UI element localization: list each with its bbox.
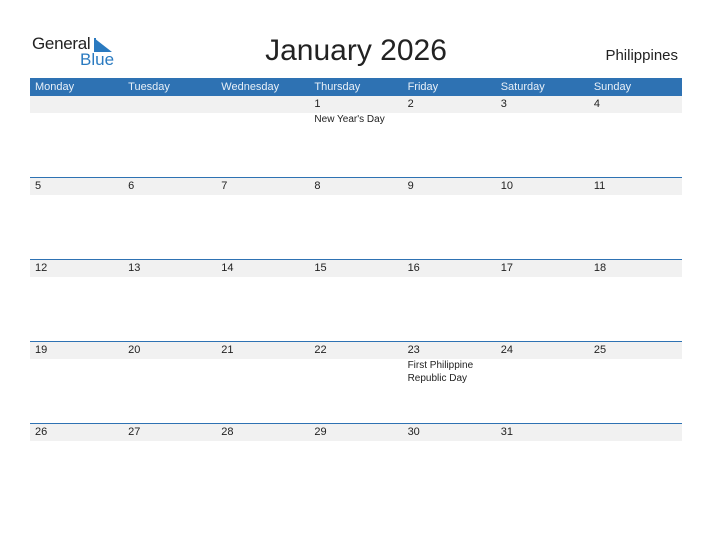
day-number: 5 — [35, 180, 42, 192]
day-cell: 19 — [30, 342, 123, 385]
day-cell: 11 — [589, 178, 682, 195]
day-number: 20 — [128, 344, 141, 356]
day-number: 16 — [407, 262, 420, 274]
day-number: 29 — [314, 426, 327, 438]
day-cell: 6 — [123, 178, 216, 195]
day-cell: 29 — [309, 424, 402, 441]
week-cells: 5 6 7 8 9 10 11 — [30, 178, 682, 195]
week-cells: 12 13 14 15 16 17 18 — [30, 260, 682, 277]
day-cell: 3 — [496, 96, 589, 126]
day-number: 18 — [593, 262, 607, 274]
day-cell: 4 — [589, 96, 682, 126]
week-row: 12 13 14 15 16 17 18 — [30, 259, 682, 341]
day-number: 2 — [407, 98, 414, 110]
day-cell: 2 — [403, 96, 496, 126]
day-cell: 28 — [216, 424, 309, 441]
day-cell — [123, 96, 216, 126]
country-label: Philippines — [605, 47, 678, 64]
week-cells: 26 27 28 29 30 31 — [30, 424, 682, 441]
weekday-monday: Monday — [35, 81, 75, 93]
day-cell: 9 — [403, 178, 496, 195]
day-cell: 5 — [30, 178, 123, 195]
day-number: 12 — [35, 262, 48, 274]
day-number: 6 — [128, 180, 135, 192]
day-number: 15 — [314, 262, 327, 274]
day-cell — [589, 424, 682, 441]
day-cell: 18 — [589, 260, 682, 277]
day-cell: 26 — [30, 424, 123, 441]
day-number: 7 — [221, 180, 228, 192]
week-row: 1 New Year's Day 2 3 4 — [30, 96, 682, 177]
day-number: 11 — [593, 180, 606, 192]
calendar-grid: Monday Tuesday Wednesday Thursday Friday… — [30, 78, 682, 505]
day-number: 26 — [35, 426, 48, 438]
day-cell: 30 — [403, 424, 496, 441]
day-cell: 13 — [123, 260, 216, 277]
day-cell: 31 — [496, 424, 589, 441]
day-cell: 10 — [496, 178, 589, 195]
weekday-sunday: Sunday — [593, 81, 632, 93]
day-cell: 17 — [496, 260, 589, 277]
day-number: 17 — [500, 262, 513, 274]
weekday-header: Monday Tuesday Wednesday Thursday Friday… — [30, 78, 682, 96]
week-cells: 1 New Year's Day 2 3 4 — [30, 96, 682, 126]
day-cell: 15 — [309, 260, 402, 277]
day-cell: 7 — [216, 178, 309, 195]
day-cell: 23 First Philippine Republic Day — [403, 342, 496, 385]
week-cells: 19 20 21 22 23 First Philippine Republic Day 2… — [30, 342, 682, 385]
day-number: 8 — [314, 180, 321, 192]
week-row: 26 27 28 29 30 31 — [30, 423, 682, 505]
day-number: 22 — [314, 344, 327, 356]
day-number: 14 — [221, 262, 234, 274]
day-cell: 25 — [589, 342, 682, 385]
day-cell: 8 — [309, 178, 402, 195]
day-number: 10 — [500, 180, 513, 192]
day-number: 24 — [500, 344, 513, 356]
day-number: 13 — [128, 262, 141, 274]
day-cell — [216, 96, 309, 126]
day-cell: 16 — [403, 260, 496, 277]
weekday-friday: Friday — [407, 81, 439, 93]
holiday-label: New Year's Day — [314, 114, 385, 125]
day-cell: 12 — [30, 260, 123, 277]
day-number: 23 — [407, 344, 420, 356]
day-number: 21 — [221, 344, 234, 356]
weeks-container: 1 New Year's Day 2 3 4 5 6 7 8 9 10 11 12 13 14 15 16 17 1… — [30, 96, 682, 505]
week-row: 19 20 21 22 23 First Philippine Republic Day 2… — [30, 341, 682, 423]
day-cell: 20 — [123, 342, 216, 385]
day-cell: 14 — [216, 260, 309, 277]
day-cell: 27 — [123, 424, 216, 441]
weekday-thursday: Thursday — [314, 81, 361, 93]
day-number: 30 — [407, 426, 420, 438]
day-number: 28 — [221, 426, 234, 438]
weekday-tuesday: Tuesday — [128, 81, 170, 93]
day-number: 31 — [500, 426, 513, 438]
week-row: 5 6 7 8 9 10 11 — [30, 177, 682, 259]
holiday-label: First Philippine Republic Day — [407, 360, 474, 384]
day-number: 4 — [593, 98, 600, 110]
weekday-saturday: Saturday — [500, 81, 545, 93]
day-number: 3 — [500, 98, 507, 110]
day-cell: 24 — [496, 342, 589, 385]
day-cell: 22 — [309, 342, 402, 385]
day-number: 9 — [407, 180, 414, 192]
weekday-wednesday: Wednesday — [221, 81, 280, 93]
day-cell: 21 — [216, 342, 309, 385]
day-cell: 1 New Year's Day — [309, 96, 402, 126]
day-number: 27 — [128, 426, 141, 438]
day-number: 19 — [35, 344, 48, 356]
day-number: 1 — [314, 98, 321, 110]
day-number: 25 — [593, 344, 607, 356]
day-cell — [30, 96, 123, 126]
